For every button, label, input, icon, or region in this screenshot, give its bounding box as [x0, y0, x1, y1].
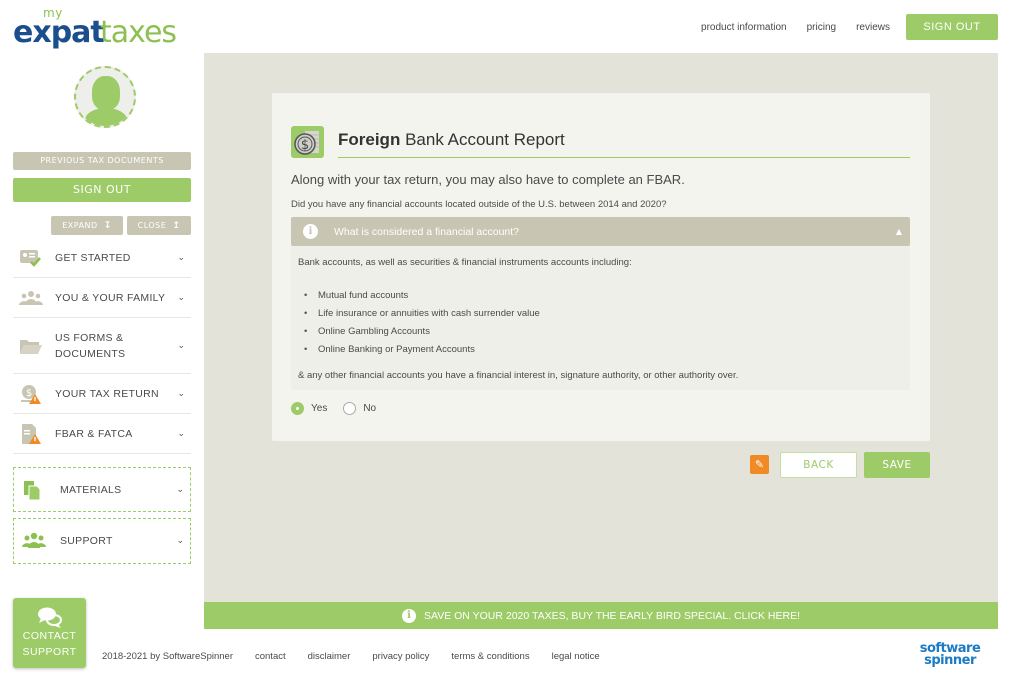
previous-tax-documents-button[interactable]: PREVIOUS TAX DOCUMENTS — [13, 152, 191, 170]
chevron-down-icon: ⌄ — [177, 252, 185, 263]
nav-product-information[interactable]: product information — [701, 22, 787, 33]
chevron-down-icon: ⌄ — [177, 428, 185, 439]
sidebar-item-fbar-fatca[interactable]: FBAR & FATCA ⌄ — [13, 414, 191, 454]
chevron-up-icon: ▲ — [895, 227, 902, 236]
sidebar-item-label: SUPPORT — [60, 535, 113, 547]
list-item: Online Gambling Accounts — [304, 323, 540, 341]
footer-link-terms-conditions[interactable]: terms & conditions — [451, 651, 529, 662]
promo-text: SAVE ON YOUR 2020 TAXES, BUY THE EARLY B… — [423, 609, 800, 622]
chevron-down-icon: ⌄ — [177, 340, 185, 351]
accordion-intro: Bank accounts, as well as securities & f… — [298, 257, 632, 268]
footer: 2018-2021 by SoftwareSpinner contact dis… — [102, 651, 622, 662]
logo-expat: expat — [13, 15, 105, 50]
id-card-check-icon — [19, 248, 43, 268]
edit-button[interactable]: ✎ — [750, 455, 769, 474]
logo-taxes: taxes — [100, 15, 177, 50]
nav-reviews[interactable]: reviews — [856, 22, 890, 33]
footer-link-legal-notice[interactable]: legal notice — [552, 651, 600, 662]
svg-text:$: $ — [301, 138, 309, 153]
clipboard-icon — [22, 480, 46, 500]
ss-logo-line2: spinner — [924, 653, 976, 668]
sidebar-item-us-forms-documents[interactable]: US FORMS & DOCUMENTS ⌄ — [13, 318, 191, 374]
page-title-rest: Bank Account Report — [400, 130, 565, 149]
sidebar-item-support[interactable]: SUPPORT ⌄ — [13, 518, 191, 564]
user-avatar[interactable] — [74, 66, 136, 128]
sidebar-item-label: MATERIALS — [60, 483, 122, 496]
radio-no-label[interactable]: No — [363, 403, 376, 414]
sidebar-item-label: FBAR & FATCA — [55, 427, 133, 440]
header-sign-out-button[interactable]: SIGN OUT — [906, 14, 998, 40]
back-button[interactable]: BACK — [780, 452, 857, 478]
sidebar-item-materials[interactable]: MATERIALS ⌄ — [13, 467, 191, 512]
info-icon: i — [303, 224, 318, 239]
accordion-title: What is considered a financial account? — [334, 225, 520, 238]
avatar-body-shape — [85, 108, 127, 126]
double-chevron-up-icon: ↥ — [172, 221, 181, 231]
sidebar-menu: GET STARTED ⌄ YOU & YOUR FAMILY ⌄ US FOR… — [13, 238, 191, 454]
page-title-bold: Foreign — [338, 130, 401, 149]
close-all-button[interactable]: CLOSE ↥ — [127, 216, 191, 235]
footer-link-disclaimer[interactable]: disclaimer — [308, 651, 351, 662]
list-item: Mutual fund accounts — [304, 287, 540, 305]
accordion-body: Bank accounts, as well as securities & f… — [291, 246, 910, 390]
expand-label: EXPAND — [62, 221, 98, 230]
double-chevron-down-icon: ↧ — [103, 221, 112, 231]
footer-link-contact[interactable]: contact — [255, 651, 286, 662]
footer-link-privacy-policy[interactable]: privacy policy — [372, 651, 429, 662]
top-navigation: product information pricing reviews SIGN… — [681, 14, 998, 40]
list-item: Online Banking or Payment Accounts — [304, 341, 540, 359]
radio-yes[interactable] — [291, 402, 304, 415]
document-warning-icon — [19, 423, 43, 444]
sidebar-item-label: YOUR TAX RETURN — [55, 387, 159, 400]
sidebar-item-label: YOU & YOUR FAMILY — [55, 291, 166, 304]
pencil-icon: ✎ — [754, 458, 765, 471]
avatar-head-shape — [92, 76, 120, 110]
folder-icon — [19, 336, 43, 356]
accordion-outro: & any other financial accounts you have … — [298, 370, 739, 381]
promo-banner[interactable]: i SAVE ON YOUR 2020 TAXES, BUY THE EARLY… — [204, 602, 998, 629]
sidebar-item-label: US FORMS & DOCUMENTS — [55, 331, 126, 360]
contact-support-line2: SUPPORT — [22, 646, 77, 658]
lead-text: Along with your tax return, you may also… — [291, 172, 685, 187]
close-label: CLOSE — [137, 221, 167, 230]
chevron-down-icon: ⌄ — [177, 292, 185, 303]
sidebar-item-you-and-your-family[interactable]: YOU & YOUR FAMILY ⌄ — [13, 278, 191, 318]
info-icon: i — [401, 608, 416, 623]
svg-text:$: $ — [26, 388, 32, 399]
chevron-down-icon: ⌄ — [177, 388, 185, 399]
chat-bubbles-icon — [13, 598, 86, 628]
sidebar-sign-out-button[interactable]: SIGN OUT — [13, 178, 191, 202]
question-text: Did you have any financial accounts loca… — [291, 199, 667, 210]
save-button[interactable]: SAVE — [864, 452, 930, 478]
footer-copyright: 2018-2021 by SoftwareSpinner — [102, 651, 233, 662]
sidebar-item-your-tax-return[interactable]: $ YOUR TAX RETURN ⌄ — [13, 374, 191, 414]
chevron-down-icon: ⌄ — [176, 536, 184, 546]
sidebar-item-label: GET STARTED — [55, 251, 131, 264]
softwarespinner-logo[interactable]: software spinner — [910, 642, 990, 668]
list-item: Life insurance or annuities with cash su… — [304, 305, 540, 323]
money-warning-icon: $ — [19, 384, 43, 404]
radio-yes-label[interactable]: Yes — [311, 403, 327, 414]
financial-account-accordion-header[interactable]: i What is considered a financial account… — [291, 217, 910, 246]
family-icon — [19, 288, 43, 308]
sidebar-item-get-started[interactable]: GET STARTED ⌄ — [13, 238, 191, 278]
nav-pricing[interactable]: pricing — [807, 22, 836, 33]
financial-account-list: Mutual fund accounts Life insurance or a… — [304, 287, 540, 359]
expand-all-button[interactable]: EXPAND ↧ — [51, 216, 123, 235]
page-title: Foreign Bank Account Report — [338, 130, 565, 150]
dollar-coin-icon: $ — [291, 126, 324, 158]
answer-radio-group: Yes No — [291, 402, 392, 415]
radio-no[interactable] — [343, 402, 357, 415]
group-icon — [22, 531, 46, 551]
chevron-down-icon: ⌄ — [176, 484, 184, 495]
myexpattaxes-logo[interactable]: my expat taxes — [13, 6, 193, 50]
title-divider — [338, 157, 910, 158]
contact-support-button[interactable]: CONTACT SUPPORT — [13, 598, 86, 668]
